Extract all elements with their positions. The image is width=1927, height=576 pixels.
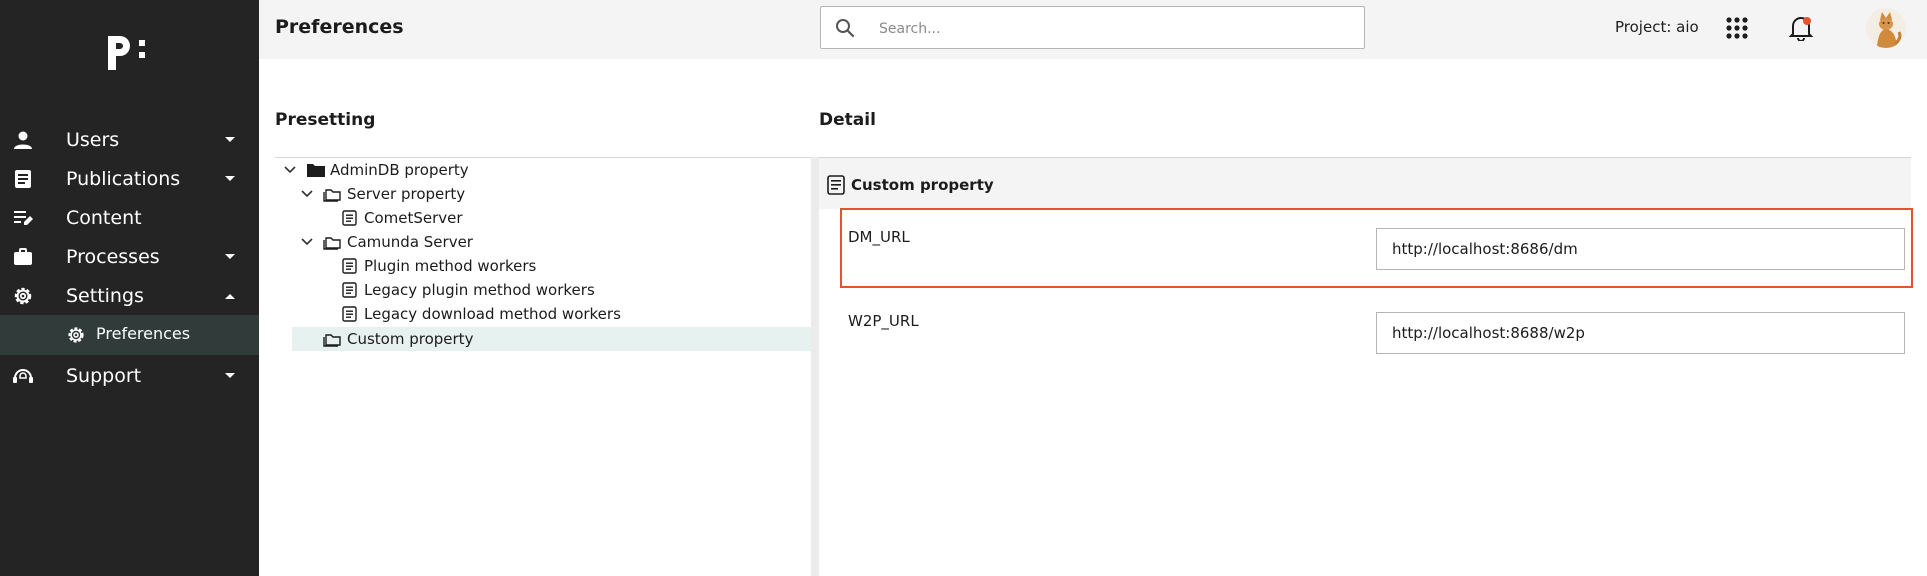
- nav-users[interactable]: Users: [0, 120, 259, 159]
- document-list-icon: [342, 258, 357, 274]
- gear-icon: [66, 325, 86, 345]
- sidebar: Users Publications Content Processes Set…: [0, 0, 259, 576]
- tree-item-label: AdminDB property: [330, 161, 469, 179]
- page-title: Preferences: [275, 16, 404, 38]
- detail-header: Custom property: [819, 158, 1911, 209]
- briefcase-icon: [12, 246, 34, 268]
- nav-settings[interactable]: Settings: [0, 276, 259, 315]
- property-input-w2p-url[interactable]: [1376, 312, 1905, 354]
- tree-item-server-property[interactable]: Server property: [297, 183, 810, 205]
- document-icon: [12, 168, 34, 190]
- chevron-down-icon[interactable]: [300, 187, 314, 201]
- search-icon: [836, 19, 855, 38]
- panel-resize-handle[interactable]: [811, 157, 819, 576]
- avatar[interactable]: [1866, 8, 1906, 48]
- document-list-icon: [342, 210, 357, 226]
- nav-settings-label: Settings: [66, 284, 144, 307]
- tree-item-label: Custom property: [347, 330, 474, 348]
- apps-grid-icon[interactable]: [1725, 16, 1749, 40]
- folder-icon: [307, 164, 325, 177]
- tree-item-label: Camunda Server: [347, 233, 473, 251]
- tree-item-label: Plugin method workers: [364, 257, 537, 275]
- project-selector[interactable]: Project: aio: [1615, 18, 1699, 36]
- nav-preferences[interactable]: Preferences: [0, 315, 259, 355]
- chevron-down-icon[interactable]: [283, 163, 297, 177]
- notification-badge: [1803, 17, 1811, 25]
- gear-icon: [12, 285, 34, 307]
- folder-open-icon: [323, 334, 341, 347]
- nav-publications[interactable]: Publications: [0, 159, 259, 198]
- tree-item-label: Legacy download method workers: [364, 305, 621, 323]
- nav-content-label: Content: [66, 206, 142, 229]
- search-box[interactable]: [820, 6, 1365, 49]
- notification-bell-icon[interactable]: [1789, 15, 1813, 41]
- chevron-down-icon: [224, 251, 236, 263]
- nav-preferences-label: Preferences: [96, 324, 191, 343]
- presetting-title: Presetting: [275, 110, 376, 130]
- app-logo[interactable]: [103, 32, 153, 74]
- tree-item-admindb-property[interactable]: AdminDB property: [280, 159, 810, 181]
- cat-avatar-icon: [1877, 12, 1902, 48]
- detail-title: Detail: [819, 110, 876, 130]
- tree-item-cometserver[interactable]: CometServer: [340, 207, 810, 229]
- chevron-down-icon: [224, 173, 236, 185]
- nav-support[interactable]: Support: [0, 356, 259, 395]
- folder-open-icon: [323, 237, 341, 250]
- document-list-icon: [342, 282, 357, 298]
- user-icon: [12, 129, 34, 151]
- chevron-up-icon: [224, 290, 236, 302]
- chevron-down-icon: [224, 370, 236, 382]
- tree-item-plugin-method-workers[interactable]: Plugin method workers: [340, 255, 810, 277]
- document-list-icon: [827, 175, 845, 195]
- nav-publications-label: Publications: [66, 167, 181, 190]
- tree-item-label: Legacy plugin method workers: [364, 281, 595, 299]
- folder-open-icon: [323, 189, 341, 202]
- property-label-w2p-url: W2P_URL: [848, 312, 919, 330]
- top-header: Preferences Project: aio: [259, 0, 1927, 59]
- nav-processes[interactable]: Processes: [0, 237, 259, 276]
- nav-users-label: Users: [66, 128, 120, 151]
- edit-list-icon: [12, 207, 34, 229]
- document-list-icon: [342, 306, 357, 322]
- tree-top-border: [275, 157, 811, 158]
- chevron-down-icon[interactable]: [300, 235, 314, 249]
- property-input-dm-url[interactable]: [1376, 228, 1905, 270]
- search-input[interactable]: [877, 16, 1341, 42]
- nav-support-label: Support: [66, 364, 142, 387]
- tree-item-legacy-download-method-workers[interactable]: Legacy download method workers: [340, 303, 810, 325]
- detail-header-label: Custom property: [851, 176, 994, 194]
- tree-item-label: CometServer: [364, 209, 463, 227]
- tree-item-custom-property[interactable]: Custom property: [297, 328, 810, 350]
- tree-item-label: Server property: [347, 185, 466, 203]
- property-label-dm-url: DM_URL: [848, 228, 910, 246]
- tree-item-camunda-server[interactable]: Camunda Server: [297, 231, 810, 253]
- headset-icon: [12, 365, 34, 387]
- tree-item-legacy-plugin-method-workers[interactable]: Legacy plugin method workers: [340, 279, 810, 301]
- chevron-down-icon: [224, 134, 236, 146]
- nav-processes-label: Processes: [66, 245, 160, 268]
- nav-content[interactable]: Content: [0, 198, 259, 237]
